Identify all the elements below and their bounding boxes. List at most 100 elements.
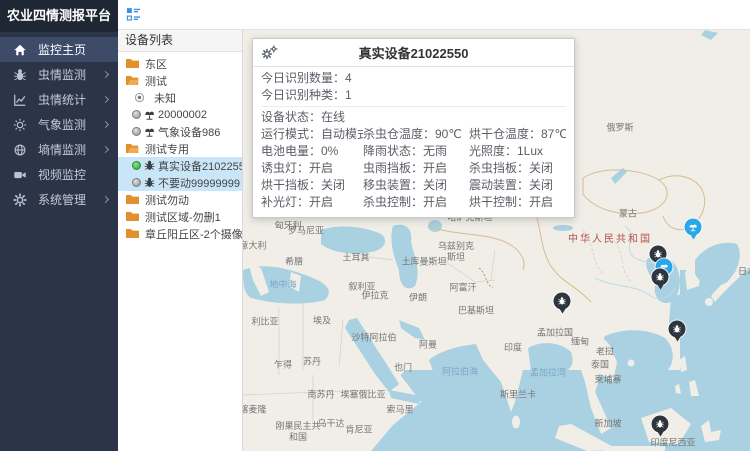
attr-vibrate-device: 震动装置：关闭 bbox=[469, 177, 566, 194]
attr-dry-control: 烘干控制：开启 bbox=[469, 194, 566, 211]
chevron-right-icon bbox=[102, 146, 109, 153]
bug-icon bbox=[13, 68, 27, 82]
attr-rain-baffle: 虫雨挡板：开启 bbox=[363, 160, 469, 177]
device-tree: 东区 测试 未知 20000002 气象设备986 测试专用 真实设备 bbox=[118, 52, 242, 242]
tree-label: 测试专用 bbox=[145, 141, 189, 157]
chart-icon bbox=[13, 93, 27, 107]
insect-device-marker[interactable] bbox=[554, 293, 571, 310]
attr-kill-control: 杀虫控制：开启 bbox=[363, 194, 469, 211]
attr-dry-baffle: 烘干挡板：关闭 bbox=[261, 177, 363, 194]
tree-label: 20000002 bbox=[158, 109, 207, 121]
sidebar-item-label: 虫情监测 bbox=[38, 66, 86, 83]
sidebar-item-weather-monitor[interactable]: 气象监测 bbox=[0, 112, 118, 137]
attr-dry-temp: 烘干仓温度：87℃ bbox=[469, 126, 566, 143]
popup-title: 真实设备21022550 bbox=[253, 43, 574, 62]
divider bbox=[261, 106, 566, 107]
folder-open-icon bbox=[126, 143, 139, 154]
soil-icon bbox=[13, 143, 27, 157]
tree-folder-test-region[interactable]: 测试区域-勿删1 bbox=[118, 208, 242, 225]
tree-device-do-not-touch[interactable]: 不要动99999999 bbox=[118, 174, 242, 191]
tree-label: 真实设备21022550 bbox=[158, 158, 242, 174]
sidebar-menu: 监控主页 虫情监测 虫情统计 气象监测 bbox=[0, 37, 118, 212]
tree-device-20000002[interactable]: 20000002 bbox=[118, 106, 242, 123]
crosshair-icon bbox=[134, 92, 145, 103]
sidebar-item-soil-monitor[interactable]: 墒情监测 bbox=[0, 137, 118, 162]
status-dot-offline bbox=[132, 178, 141, 187]
weather-device-marker[interactable] bbox=[685, 219, 702, 236]
attr-run-mode: 运行模式：自动模式 bbox=[261, 126, 363, 143]
sidebar-item-insect-monitor[interactable]: 虫情监测 bbox=[0, 62, 118, 87]
tree-label: 章丘阳丘区-2个摄像头 bbox=[145, 226, 242, 242]
app-title: 农业四情测报平台 bbox=[0, 0, 118, 32]
cogs-settings-icon[interactable] bbox=[261, 45, 278, 60]
tree-label: 气象设备986 bbox=[158, 124, 220, 140]
sidebar-item-label: 监控主页 bbox=[38, 41, 86, 58]
tree-device-weather-986[interactable]: 气象设备986 bbox=[118, 123, 242, 140]
tree-label: 未知 bbox=[154, 90, 176, 106]
tree-folder-test[interactable]: 测试 bbox=[118, 72, 242, 89]
sidebar-item-label: 虫情统计 bbox=[38, 91, 86, 108]
stat-recognized-species: 今日识别种类：1 bbox=[261, 87, 566, 104]
attr-battery: 电池电量：0% bbox=[261, 143, 363, 160]
insect-device-marker[interactable] bbox=[669, 321, 686, 338]
popup-body: 今日识别数量：4 今日识别种类：1 设备状态：在线 运行模式：自动模式 杀虫仓温… bbox=[253, 67, 574, 217]
top-bar bbox=[118, 0, 750, 30]
status-dot-online bbox=[132, 161, 141, 170]
device-attributes-grid: 运行模式：自动模式 杀虫仓温度：90℃ 烘干仓温度：87℃ 电池电量：0% 降雨… bbox=[261, 126, 566, 211]
popup-header: 真实设备21022550 bbox=[253, 39, 574, 67]
map[interactable]: 俄罗斯蒙古中华人民共和国捷克乌克兰匈牙利罗马尼亚意大利希腊土耳其地中海叙利亚伊拉… bbox=[243, 30, 750, 451]
attr-illuminance: 光照度：1Lux bbox=[469, 143, 566, 160]
tree-folder-test-no-move[interactable]: 测试勿动 bbox=[118, 191, 242, 208]
home-icon bbox=[13, 43, 27, 57]
stat-recognized-count: 今日识别数量：4 bbox=[261, 70, 566, 87]
status-dot-offline bbox=[132, 127, 141, 136]
device-list-panel: 设备列表 东区 测试 未知 20000002 气象设备986 测试专用 bbox=[118, 30, 243, 451]
sidebar-item-label: 视频监控 bbox=[38, 166, 86, 183]
sidebar-item-label: 墒情监测 bbox=[38, 141, 86, 158]
weather-icon bbox=[13, 118, 27, 132]
tree-label: 测试 bbox=[145, 73, 167, 89]
folder-closed-icon bbox=[126, 58, 139, 69]
attr-move-device: 移虫装置：关闭 bbox=[363, 177, 469, 194]
folder-open-icon bbox=[126, 75, 139, 86]
tree-label: 不要动99999999 bbox=[158, 175, 240, 191]
weather-station-icon bbox=[144, 109, 155, 120]
device-info-popup: 真实设备21022550 今日识别数量：4 今日识别种类：1 设备状态：在线 运… bbox=[252, 38, 575, 218]
tree-label: 测试勿动 bbox=[145, 192, 189, 208]
bug-icon bbox=[144, 160, 155, 171]
weather-station-icon bbox=[144, 126, 155, 137]
chevron-right-icon bbox=[102, 121, 109, 128]
sidebar-item-insect-stats[interactable]: 虫情统计 bbox=[0, 87, 118, 112]
gear-icon bbox=[13, 193, 27, 207]
folder-closed-icon bbox=[126, 211, 139, 222]
tree-folder-zhangqiu[interactable]: 章丘阳丘区-2个摄像头 bbox=[118, 225, 242, 242]
tree-label: 东区 bbox=[145, 56, 167, 72]
attr-lure-lamp: 诱虫灯：开启 bbox=[261, 160, 363, 177]
tree-folder-test-special[interactable]: 测试专用 bbox=[118, 140, 242, 157]
chevron-right-icon bbox=[102, 71, 109, 78]
tree-folder-east[interactable]: 东区 bbox=[118, 55, 242, 72]
folder-closed-icon bbox=[126, 194, 139, 205]
attr-fill-lamp: 补光灯：开启 bbox=[261, 194, 363, 211]
layout-toggle-icon[interactable] bbox=[126, 7, 141, 22]
status-dot-offline bbox=[132, 110, 141, 119]
sidebar-item-monitor-home[interactable]: 监控主页 bbox=[0, 37, 118, 62]
tree-device-unknown[interactable]: 未知 bbox=[118, 89, 242, 106]
attr-rain-status: 降雨状态：无雨 bbox=[363, 143, 469, 160]
folder-closed-icon bbox=[126, 228, 139, 239]
tree-label: 测试区域-勿删1 bbox=[145, 209, 221, 225]
device-list-title: 设备列表 bbox=[118, 30, 242, 52]
insect-device-marker[interactable] bbox=[652, 416, 669, 433]
sidebar: 农业四情测报平台 监控主页 虫情监测 虫情统计 气象监测 bbox=[0, 0, 118, 451]
bug-icon bbox=[144, 177, 155, 188]
tree-device-real-21022550[interactable]: 真实设备21022550 bbox=[118, 157, 242, 174]
video-camera-icon bbox=[13, 168, 27, 182]
insect-device-marker[interactable] bbox=[652, 269, 669, 286]
sidebar-item-label: 气象监测 bbox=[38, 116, 86, 133]
sidebar-item-label: 系统管理 bbox=[38, 191, 86, 208]
sidebar-item-system-settings[interactable]: 系统管理 bbox=[0, 187, 118, 212]
chevron-right-icon bbox=[102, 196, 109, 203]
attr-kill-baffle: 杀虫挡板：关闭 bbox=[469, 160, 566, 177]
sidebar-item-video-monitor[interactable]: 视频监控 bbox=[0, 162, 118, 187]
chevron-right-icon bbox=[102, 96, 109, 103]
